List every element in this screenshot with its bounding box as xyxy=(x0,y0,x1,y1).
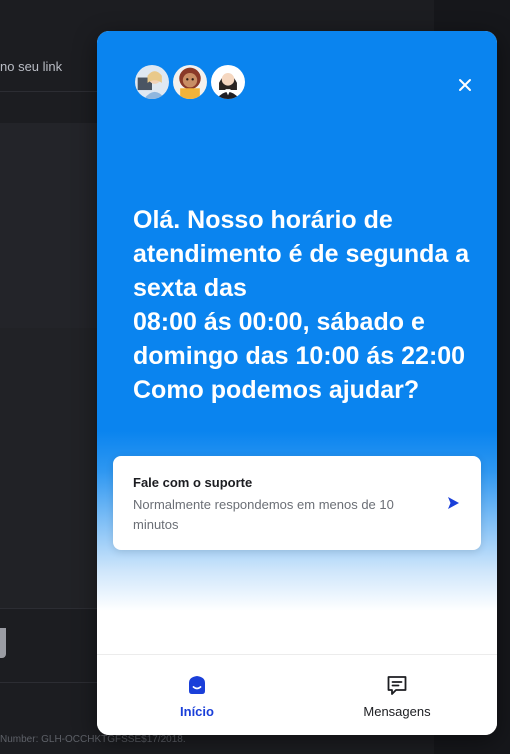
widget-header: Olá. Nosso horário de atendimento é de s… xyxy=(97,31,497,611)
background-divider xyxy=(0,608,100,609)
support-card-subtitle: Normalmente respondemos em menos de 10 m… xyxy=(133,497,394,532)
chat-widget: Olá. Nosso horário de atendimento é de s… xyxy=(97,31,497,735)
nav-home-label: Início xyxy=(180,704,214,719)
greeting-message: Olá. Nosso horário de atendimento é de s… xyxy=(133,206,470,404)
nav-messages-label: Mensagens xyxy=(363,704,431,719)
bottom-navigation: Início Mensagens xyxy=(97,654,497,735)
close-button[interactable] xyxy=(451,71,479,99)
background-link-text: no seu link xyxy=(0,59,63,74)
agent-avatar-icon-3 xyxy=(209,63,247,101)
background-divider xyxy=(0,91,100,92)
agent-avatar-icon-1 xyxy=(133,63,171,101)
support-card-title: Fale com o suporte xyxy=(133,475,253,490)
send-arrow-icon xyxy=(448,497,459,509)
nav-messages[interactable]: Mensagens xyxy=(297,673,497,720)
agent-avatar-icon-2 xyxy=(171,63,209,101)
contact-support-card[interactable]: Fale com o suporte Normalmente respondem… xyxy=(113,456,481,550)
background-panel xyxy=(0,123,100,328)
shield-icon xyxy=(0,628,6,658)
background-footnote: Number: GLH-OCCHKTGFSSE$17/2018. xyxy=(0,734,186,745)
background-divider xyxy=(0,682,100,683)
nav-home[interactable]: Início xyxy=(97,673,297,720)
close-icon xyxy=(459,79,471,91)
messages-icon xyxy=(387,676,407,695)
home-chat-icon xyxy=(189,676,205,694)
background-panel-lower xyxy=(0,328,100,608)
